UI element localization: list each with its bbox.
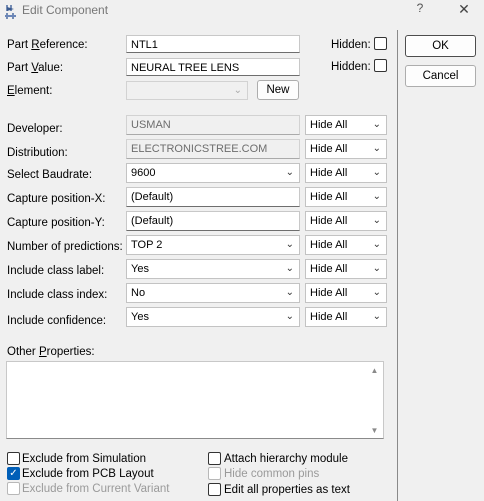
property-value: 9600 (131, 167, 156, 179)
element-select[interactable]: ⌄ (126, 81, 248, 100)
chevron-down-icon: ⌄ (372, 263, 381, 274)
property-visibility-select[interactable]: Hide All ⌄ (305, 211, 387, 231)
exclude-pcb-label: Exclude from PCB Layout (22, 468, 154, 480)
property-visibility-select[interactable]: Hide All ⌄ (305, 307, 387, 327)
property-value-input[interactable]: ELECTRONICSTREE.COM (126, 139, 300, 159)
property-label: Include class label: (7, 265, 105, 277)
triangle-down-icon[interactable]: ▼ (368, 426, 381, 436)
property-value-select[interactable]: Yes ⌄ (126, 259, 300, 279)
visibility-value: Hide All (310, 143, 348, 155)
property-visibility-select[interactable]: Hide All ⌄ (305, 283, 387, 303)
component-app-icon (5, 5, 16, 19)
property-label: Include class index: (7, 289, 108, 301)
property-label: Include confidence: (7, 315, 107, 327)
exclude-variant-checkbox[interactable] (7, 482, 20, 495)
attach-hierarchy-label: Attach hierarchy module (224, 453, 349, 465)
chevron-down-icon: ⌄ (372, 215, 381, 226)
property-value-select[interactable]: 9600 ⌄ (126, 163, 300, 183)
chevron-down-icon: ⌄ (285, 287, 294, 298)
exclude-simulation-checkbox[interactable] (7, 452, 20, 465)
chevron-down-icon: ⌄ (372, 119, 381, 130)
property-value-input[interactable]: (Default) (126, 187, 300, 207)
property-value-input[interactable]: (Default) (126, 211, 300, 231)
visibility-value: Hide All (310, 239, 348, 251)
close-button[interactable]: ✕ (455, 1, 473, 17)
property-visibility-select[interactable]: Hide All ⌄ (305, 115, 387, 135)
part-reference-hidden-label: Hidden: (331, 39, 371, 51)
property-value-select[interactable]: No ⌄ (126, 283, 300, 303)
part-reference-label: Part Reference: (7, 39, 88, 51)
chevron-down-icon: ⌄ (285, 311, 294, 322)
help-button[interactable]: ? (412, 1, 428, 17)
edit-all-text-label: Edit all properties as text (224, 484, 350, 496)
chevron-down-icon: ⌄ (372, 167, 381, 178)
property-label: Capture position-Y: (7, 217, 105, 229)
ok-button[interactable]: OK (405, 35, 476, 57)
property-label: Distribution: (7, 147, 68, 159)
chevron-down-icon: ⌄ (372, 287, 381, 298)
visibility-value: Hide All (310, 167, 348, 179)
hide-common-pins-label: Hide common pins (224, 468, 320, 480)
property-value-select[interactable]: TOP 2 ⌄ (126, 235, 300, 255)
part-value-hidden-checkbox[interactable] (374, 59, 387, 72)
exclude-simulation-label: Exclude from Simulation (22, 453, 146, 465)
element-label: Element: (7, 85, 53, 97)
visibility-value: Hide All (310, 191, 348, 203)
property-value-input[interactable]: USMAN (126, 115, 300, 135)
property-value: Yes (131, 311, 149, 323)
title-bar: Edit Component ? ✕ (0, 0, 484, 30)
part-value-label: Part Value: (7, 62, 64, 74)
chevron-down-icon: ⌄ (372, 143, 381, 154)
property-label: Number of predictions: (7, 241, 123, 253)
visibility-value: Hide All (310, 119, 348, 131)
property-label: Capture position-X: (7, 193, 106, 205)
attach-hierarchy-checkbox[interactable] (208, 452, 221, 465)
property-value-select[interactable]: Yes ⌄ (126, 307, 300, 327)
chevron-down-icon: ⌄ (372, 239, 381, 250)
part-value-hidden-label: Hidden: (331, 61, 371, 73)
chevron-down-icon: ⌄ (285, 167, 294, 178)
chevron-down-icon: ⌄ (372, 311, 381, 322)
chevron-down-icon: ⌄ (372, 191, 381, 202)
part-reference-hidden-checkbox[interactable] (374, 37, 387, 50)
property-value: Yes (131, 263, 149, 275)
cancel-button[interactable]: Cancel (405, 65, 476, 87)
exclude-variant-label: Exclude from Current Variant (22, 483, 170, 495)
hide-common-pins-checkbox[interactable] (208, 467, 221, 480)
property-visibility-select[interactable]: Hide All ⌄ (305, 163, 387, 183)
visibility-value: Hide All (310, 263, 348, 275)
property-label: Developer: (7, 123, 63, 135)
chevron-down-icon: ⌄ (285, 239, 294, 250)
chevron-down-icon: ⌄ (233, 85, 242, 96)
window-title: Edit Component (22, 3, 109, 17)
ok-button-label: OK (432, 40, 449, 52)
property-visibility-select[interactable]: Hide All ⌄ (305, 187, 387, 207)
property-value: No (131, 287, 146, 299)
property-label: Select Baudrate: (7, 169, 93, 181)
triangle-up-icon[interactable]: ▲ (368, 366, 381, 376)
visibility-value: Hide All (310, 311, 348, 323)
exclude-pcb-checkbox[interactable]: ✓ (7, 467, 20, 480)
property-visibility-select[interactable]: Hide All ⌄ (305, 235, 387, 255)
part-value-input[interactable]: NEURAL TREE LENS (126, 58, 300, 76)
edit-all-text-checkbox[interactable] (208, 483, 221, 496)
other-properties-label: Other Properties: (7, 346, 95, 358)
new-element-button[interactable]: New (257, 80, 299, 100)
property-visibility-select[interactable]: Hide All ⌄ (305, 259, 387, 279)
property-value: TOP 2 (131, 239, 163, 251)
other-properties-textarea[interactable] (6, 361, 384, 439)
visibility-value: Hide All (310, 287, 348, 299)
part-reference-input[interactable]: NTL1 (126, 35, 300, 53)
visibility-value: Hide All (310, 215, 348, 227)
property-visibility-select[interactable]: Hide All ⌄ (305, 139, 387, 159)
chevron-down-icon: ⌄ (285, 263, 294, 274)
